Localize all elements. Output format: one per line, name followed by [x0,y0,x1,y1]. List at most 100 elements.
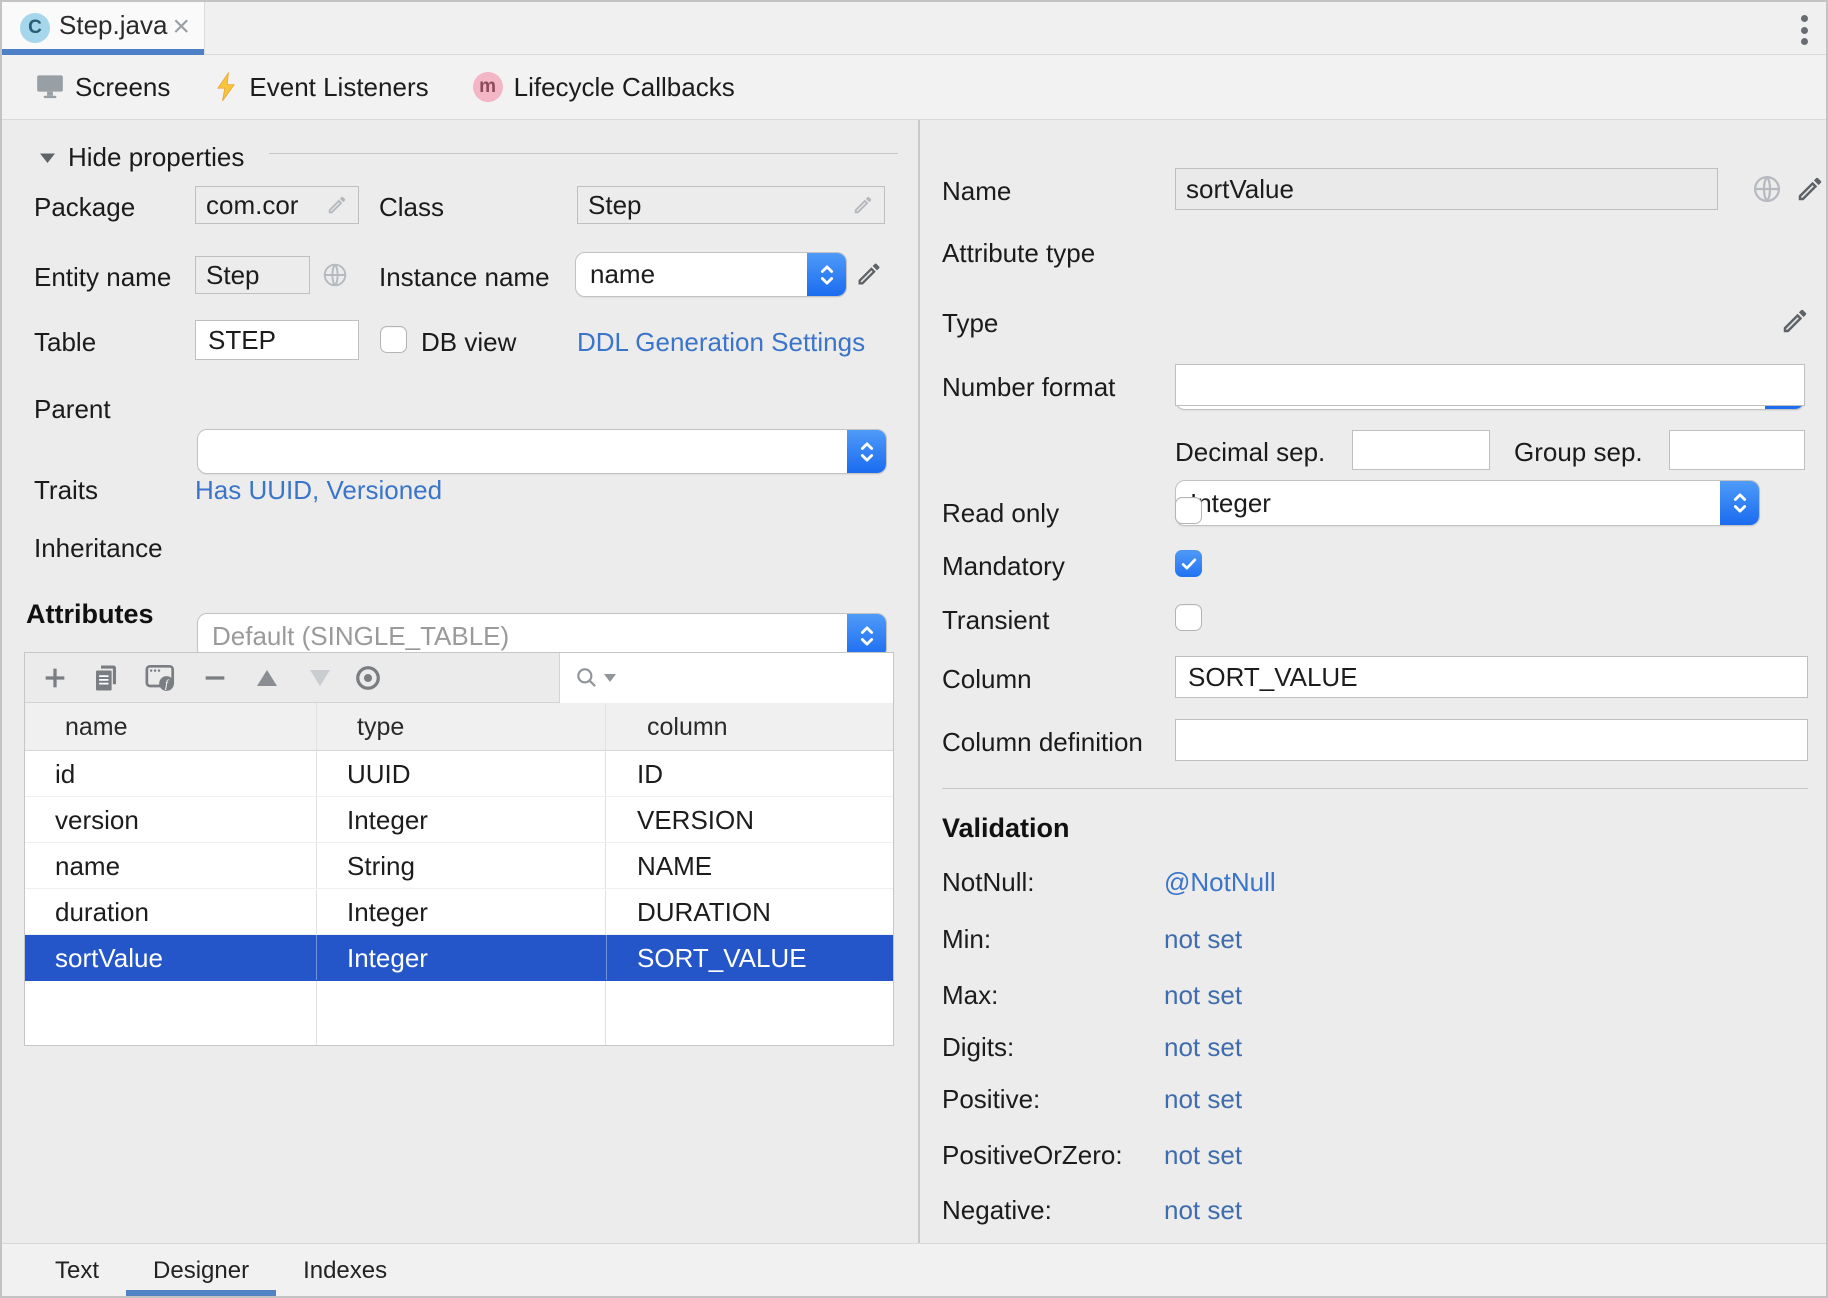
class-value: Step [588,190,642,221]
chevron-down-icon [39,152,56,164]
entity-name-value: Step [206,260,260,291]
transient-checkbox[interactable] [1175,604,1202,631]
hide-properties-toggle[interactable]: Hide properties [39,142,244,173]
search-options-caret[interactable] [604,674,616,682]
instance-name-value: name [590,259,655,290]
type-value: Integer [1190,488,1271,519]
copy-attribute-icon[interactable] [91,653,121,703]
edit-type-button[interactable] [1780,306,1810,336]
globe-icon[interactable] [1752,174,1782,204]
move-up-icon[interactable] [255,653,279,703]
parent-label: Parent [34,394,111,425]
transient-label: Transient [942,605,1049,636]
decimal-sep-input[interactable] [1352,430,1490,470]
add-db-column-icon[interactable]: f [145,653,177,703]
column-input[interactable] [1175,656,1808,698]
table-label: Table [34,327,96,358]
read-only-label: Read only [942,498,1059,529]
pencil-icon[interactable] [852,194,874,216]
lifecycle-callbacks-button[interactable]: m Lifecycle Callbacks [473,72,735,103]
col-header-column[interactable]: column [647,703,728,751]
entity-designer-window: C Step.java × Screens Event Listeners m … [0,0,1828,1298]
inheritance-value: Default (SINGLE_TABLE) [212,621,509,652]
editor-tab-bar: C Step.java × [2,2,1826,55]
validation-label: Max: [942,980,998,1011]
entity-name-field[interactable]: Step [195,256,310,294]
decimal-sep-label: Decimal sep. [1175,437,1325,468]
footer-tab-text[interactable]: Text [28,1244,126,1298]
validation-value-link[interactable]: not set [1164,1195,1242,1226]
number-format-label: Number format [942,372,1115,403]
db-view-checkbox[interactable] [380,326,407,353]
table-row[interactable]: duration Integer DURATION [25,889,893,935]
edit-name-button[interactable] [1795,174,1825,204]
move-down-icon[interactable] [308,653,332,703]
table-row[interactable]: id UUID ID [25,751,893,797]
mandatory-label: Mandatory [942,551,1065,582]
attr-name-field[interactable]: sortValue [1175,168,1718,210]
package-value: com.cor [206,190,298,221]
validation-label: Positive: [942,1084,1040,1115]
footer-tab-indexes[interactable]: Indexes [276,1244,414,1298]
col-header-name[interactable]: name [65,703,128,751]
add-attribute-button[interactable] [41,653,69,703]
db-view-label: DB view [421,327,516,358]
bottom-tab-bar: Text Designer Indexes [2,1243,1826,1298]
kebab-menu-icon[interactable] [1794,12,1814,48]
attr-name-value: sortValue [1186,174,1294,205]
validation-label: PositiveOrZero: [942,1140,1123,1171]
validation-value-link[interactable]: not set [1164,980,1242,1011]
tab-step-java[interactable]: C Step.java × [2,2,205,55]
validation-label: Negative: [942,1195,1052,1226]
col-header-type[interactable]: type [357,703,404,751]
traits-label: Traits [34,475,98,506]
validation-label: NotNull: [942,867,1034,898]
instance-name-select[interactable]: name [575,252,847,297]
number-format-input[interactable] [1175,364,1805,406]
validation-value-link[interactable]: not set [1164,924,1242,955]
type-select[interactable]: Integer [1175,480,1760,526]
attributes-table-body: id UUID ID version Integer VERSION name … [25,751,893,981]
footer-tab-designer[interactable]: Designer [126,1244,276,1298]
class-field[interactable]: Step [577,186,885,224]
validation-value-link[interactable]: @NotNull [1164,867,1276,898]
pencil-icon[interactable] [326,194,348,216]
screens-button[interactable]: Screens [36,72,170,103]
column-definition-label: Column definition [942,727,1143,758]
validation-value-link[interactable]: not set [1164,1084,1242,1115]
edit-instance-name-button[interactable] [855,260,883,288]
eye-icon[interactable] [353,653,383,703]
panel-divider[interactable] [918,120,920,1243]
group-sep-input[interactable] [1669,430,1805,470]
validation-value-link[interactable]: not set [1164,1140,1242,1171]
column-definition-input[interactable] [1175,719,1808,761]
event-listeners-button[interactable]: Event Listeners [214,72,428,103]
class-icon: C [20,13,50,43]
mandatory-checkbox[interactable] [1175,550,1202,577]
inheritance-label: Inheritance [34,533,163,564]
search-input[interactable] [616,664,893,693]
table-input[interactable] [195,320,359,360]
table-row[interactable]: sortValue Integer SORT_VALUE [25,935,893,981]
validation-label: Min: [942,924,991,955]
group-sep-label: Group sep. [1514,437,1643,468]
ddl-generation-settings-link[interactable]: DDL Generation Settings [577,327,865,358]
remove-attribute-button[interactable] [201,653,229,703]
tab-title: Step.java [59,2,167,49]
validation-value-link[interactable]: not set [1164,1032,1242,1063]
designer-toolbar: Screens Event Listeners m Lifecycle Call… [2,55,1826,120]
attribute-search-box[interactable] [559,653,893,703]
traits-link[interactable]: Has UUID, Versioned [195,475,442,506]
parent-select[interactable] [197,429,887,474]
close-icon[interactable]: × [172,3,190,50]
stepper-icon [847,429,887,474]
package-label: Package [34,192,135,223]
table-row[interactable]: name String NAME [25,843,893,889]
globe-icon[interactable] [322,262,348,288]
main-area: Hide properties Package com.cor Class St… [2,120,1826,1243]
method-icon: m [473,72,503,102]
validation-label: Digits: [942,1032,1014,1063]
read-only-checkbox[interactable] [1175,497,1202,524]
table-row[interactable]: version Integer VERSION [25,797,893,843]
package-field[interactable]: com.cor [195,186,359,224]
